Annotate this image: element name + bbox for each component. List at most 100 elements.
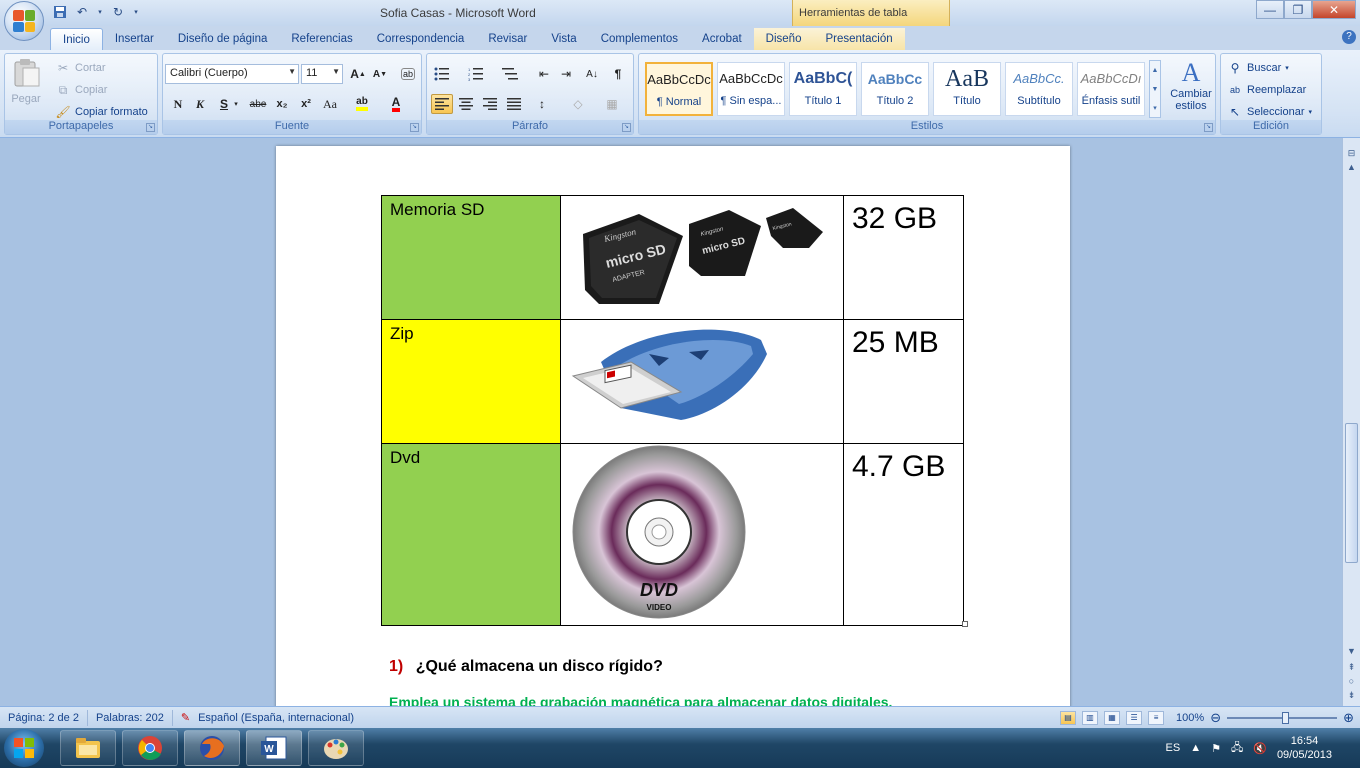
subscript-button[interactable]: x₂: [271, 94, 293, 114]
shading-button[interactable]: ◇: [567, 94, 589, 114]
taskbar-explorer[interactable]: [60, 730, 116, 766]
name-cell-zip[interactable]: Zip: [381, 319, 561, 444]
taskbar-paint[interactable]: [308, 730, 364, 766]
taskbar-chrome[interactable]: [122, 730, 178, 766]
style-subtitle[interactable]: AaBbCc. Subtítulo: [1005, 62, 1073, 116]
zoom-out-icon[interactable]: ⊖: [1210, 710, 1221, 726]
tab-acrobat[interactable]: Acrobat: [690, 28, 754, 50]
tab-diseno-pagina[interactable]: Diseño de página: [166, 28, 280, 50]
font-family-combo[interactable]: Calibri (Cuerpo) ▼: [165, 64, 299, 84]
scroll-down-icon[interactable]: ▼: [1344, 644, 1359, 659]
zoom-level[interactable]: 100%: [1176, 712, 1204, 724]
office-button[interactable]: [4, 1, 44, 41]
start-button[interactable]: [4, 729, 44, 767]
image-cell[interactable]: [560, 319, 844, 444]
style-no-spacing[interactable]: AaBbCcDc ¶ Sin espa...: [717, 62, 785, 116]
clear-format-button[interactable]: ab: [397, 64, 419, 84]
action-center-flag-icon[interactable]: ⚑: [1211, 742, 1221, 755]
volume-muted-icon[interactable]: 🔇: [1253, 742, 1267, 755]
help-icon[interactable]: ?: [1342, 30, 1356, 44]
increase-indent-button[interactable]: ⇥: [555, 64, 577, 84]
zoom-slider[interactable]: [1227, 712, 1338, 724]
align-center-button[interactable]: [455, 94, 477, 114]
find-button[interactable]: ⚲ Buscar ▾: [1227, 58, 1289, 78]
bullets-button[interactable]: [431, 64, 453, 84]
font-color-button[interactable]: A: [385, 94, 407, 114]
image-cell[interactable]: Kingston micro SD ADAPTER Kingston micro…: [560, 195, 844, 320]
sort-button[interactable]: A↓: [581, 64, 603, 84]
document-page[interactable]: Memoria SD Kingston micro SD ADAPTER Kin…: [276, 146, 1070, 706]
clipboard-launcher-icon[interactable]: ↘: [146, 123, 155, 132]
grow-font-button[interactable]: A ▲: [347, 64, 369, 84]
table-row[interactable]: Zip 25 MB: [381, 319, 964, 444]
borders-button[interactable]: ▦: [601, 94, 623, 114]
style-title[interactable]: AaB Título: [933, 62, 1001, 116]
taskbar-firefox[interactable]: [184, 730, 240, 766]
styles-scroll[interactable]: ▲ ▼ ▾: [1149, 60, 1161, 118]
name-cell-dvd[interactable]: Dvd: [381, 443, 561, 626]
page-indicator[interactable]: Página: 2 de 2: [0, 709, 88, 726]
name-cell-memoria-sd[interactable]: Memoria SD: [381, 195, 561, 320]
language-indicator[interactable]: ✎ Español (España, internacional): [173, 710, 362, 726]
next-page-icon[interactable]: ⇟: [1344, 688, 1359, 703]
decrease-indent-button[interactable]: ⇤: [533, 64, 555, 84]
scroll-up-icon[interactable]: ▲: [1344, 160, 1359, 175]
tab-complementos[interactable]: Complementos: [589, 28, 690, 50]
strikethrough-button[interactable]: abe: [247, 94, 269, 114]
document-area[interactable]: Memoria SD Kingston micro SD ADAPTER Kin…: [0, 138, 1342, 706]
style-heading-1[interactable]: AaBbC( Título 1: [789, 62, 857, 116]
word-count[interactable]: Palabras: 202: [88, 709, 173, 726]
close-button[interactable]: ✕: [1312, 0, 1356, 19]
font-launcher-icon[interactable]: ↘: [410, 123, 419, 132]
justify-button[interactable]: [503, 94, 525, 114]
full-screen-view-icon[interactable]: ▥: [1082, 711, 1099, 725]
superscript-button[interactable]: x²: [295, 94, 317, 114]
browse-object-icon[interactable]: ○: [1344, 674, 1359, 689]
show-hidden-icons-icon[interactable]: ▲: [1190, 742, 1201, 754]
restore-button[interactable]: ❐: [1284, 0, 1312, 19]
cut-button[interactable]: ✂ Cortar: [55, 58, 106, 78]
numbering-button[interactable]: 123: [465, 64, 487, 84]
align-left-button[interactable]: [431, 94, 453, 114]
network-icon[interactable]: 🖧: [1231, 739, 1243, 758]
customize-qat-icon[interactable]: ▾: [132, 4, 140, 20]
tab-vista[interactable]: Vista: [539, 28, 588, 50]
redo-icon[interactable]: ↻: [110, 4, 126, 20]
zoom-knob[interactable]: [1282, 712, 1290, 724]
font-size-combo[interactable]: 11 ▼: [301, 64, 343, 84]
table-resize-handle[interactable]: [962, 621, 968, 627]
select-button[interactable]: ↖ Seleccionar ▾: [1227, 102, 1312, 122]
draft-view-icon[interactable]: ≡: [1148, 711, 1165, 725]
format-painter-button[interactable]: 🖌 Copiar formato: [55, 102, 147, 122]
shrink-font-button[interactable]: A ▼: [369, 64, 391, 84]
change-styles-button[interactable]: A Cambiar estilos: [1167, 58, 1215, 120]
tab-insertar[interactable]: Insertar: [103, 28, 166, 50]
tab-presentacion[interactable]: Presentación: [813, 28, 905, 50]
table-row[interactable]: Memoria SD Kingston micro SD ADAPTER Kin…: [381, 195, 964, 320]
capacity-cell[interactable]: 25 MB: [843, 319, 964, 444]
paragraph-launcher-icon[interactable]: ↘: [622, 123, 631, 132]
tab-inicio[interactable]: Inicio: [50, 28, 103, 50]
minimize-button[interactable]: —: [1256, 0, 1284, 19]
tab-correspondencia[interactable]: Correspondencia: [365, 28, 477, 50]
copy-button[interactable]: ⧉ Copiar: [55, 80, 108, 100]
line-spacing-button[interactable]: ↕: [531, 94, 553, 114]
italic-button[interactable]: K: [189, 94, 211, 114]
taskbar-word[interactable]: W: [246, 730, 302, 766]
replace-button[interactable]: ab Reemplazar: [1227, 80, 1306, 100]
multilevel-list-button[interactable]: [499, 64, 521, 84]
tab-revisar[interactable]: Revisar: [476, 28, 539, 50]
undo-dropdown-icon[interactable]: ▾: [96, 4, 104, 20]
capacity-cell[interactable]: 32 GB: [843, 195, 964, 320]
bold-button[interactable]: N: [167, 94, 189, 114]
style-subtle-emphasis[interactable]: AaBbCcDı Énfasis sutil: [1077, 62, 1145, 116]
capacity-cell[interactable]: 4.7 GB: [843, 443, 964, 626]
align-right-button[interactable]: [479, 94, 501, 114]
storage-table[interactable]: Memoria SD Kingston micro SD ADAPTER Kin…: [381, 195, 964, 626]
print-layout-view-icon[interactable]: ▤: [1060, 711, 1077, 725]
show-marks-button[interactable]: ¶: [607, 64, 629, 84]
clock[interactable]: 16:54 09/05/2013: [1277, 734, 1332, 762]
web-layout-view-icon[interactable]: ▦: [1104, 711, 1121, 725]
outline-view-icon[interactable]: ☰: [1126, 711, 1143, 725]
undo-icon[interactable]: ↶: [74, 4, 90, 20]
